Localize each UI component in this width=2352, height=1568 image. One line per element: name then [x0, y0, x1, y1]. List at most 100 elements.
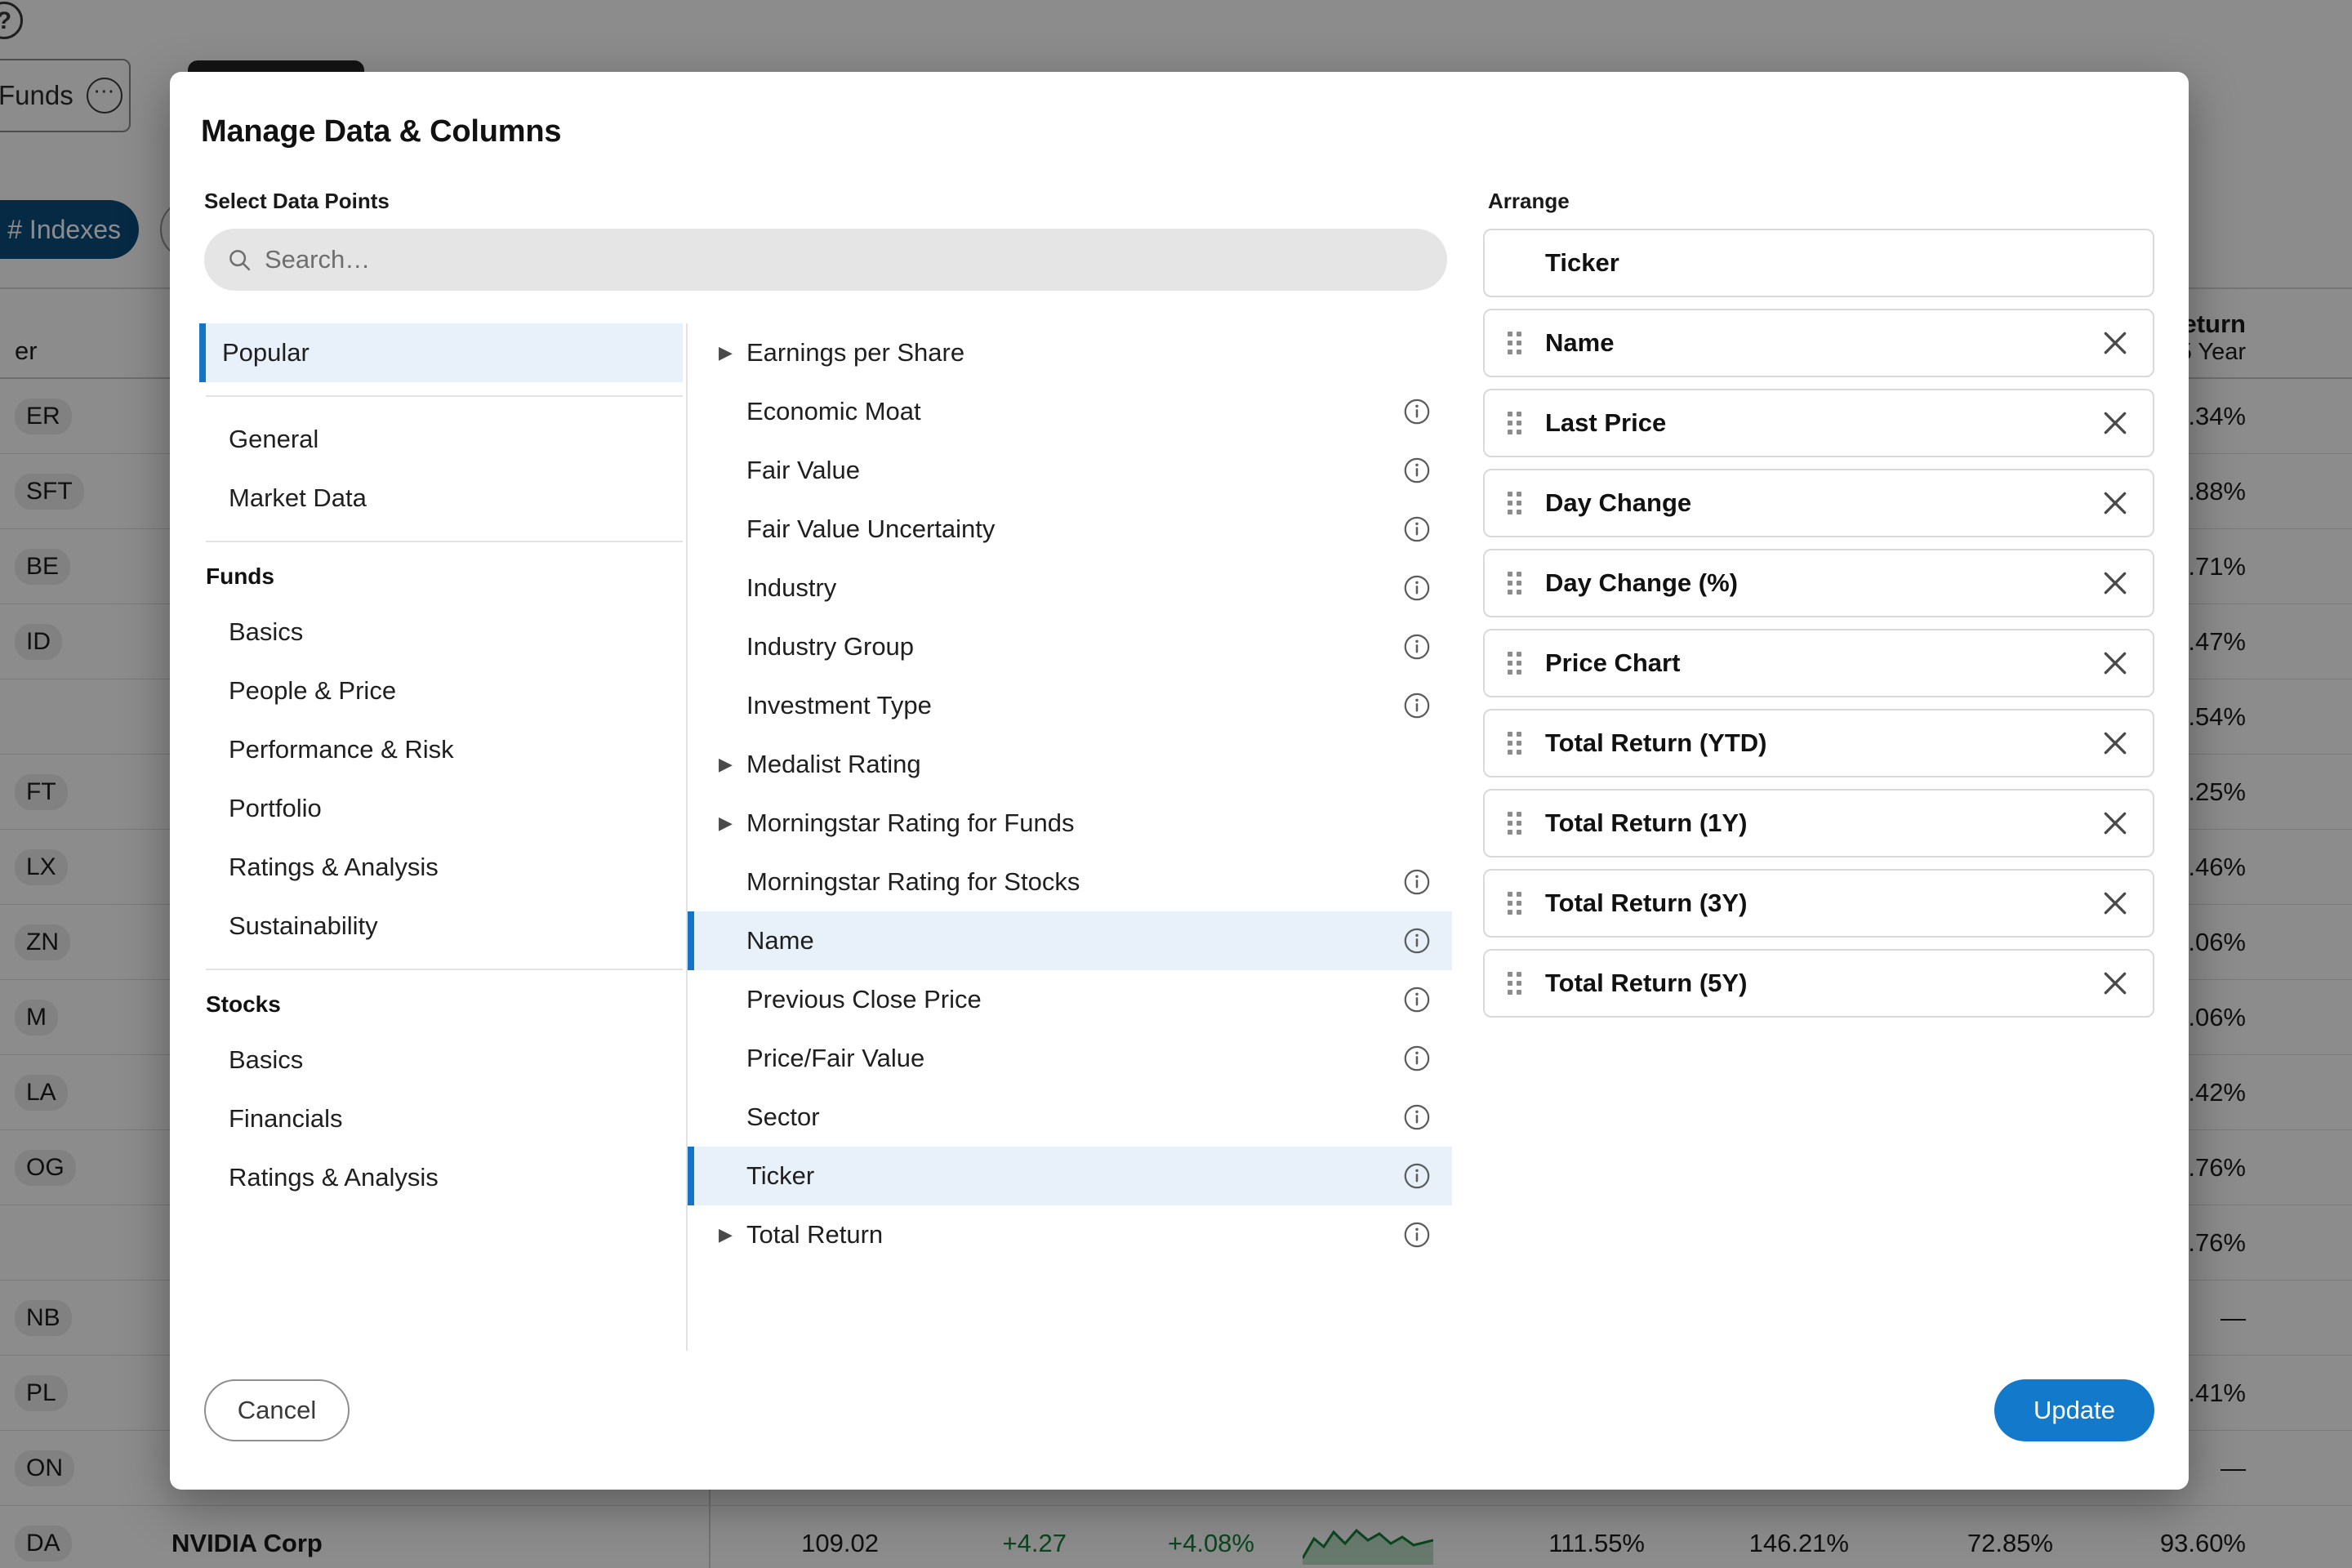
search-input[interactable]: [265, 245, 1424, 274]
data-point-total-return[interactable]: ▶ Total Return: [688, 1205, 1452, 1264]
category-divider: [206, 541, 683, 542]
data-point-fair-value-uncertainty[interactable]: Fair Value Uncertainty: [688, 500, 1452, 559]
data-point-morningstar-rating-for-stocks[interactable]: Morningstar Rating for Stocks: [688, 853, 1452, 911]
category-item-general[interactable]: General: [199, 410, 683, 469]
info-icon[interactable]: [1403, 574, 1431, 602]
info-icon[interactable]: [1403, 1221, 1431, 1249]
data-point-ticker[interactable]: Ticker: [688, 1147, 1452, 1205]
category-item-popular[interactable]: Popular: [199, 323, 683, 382]
close-icon[interactable]: [2099, 887, 2132, 920]
arrange-pane: Arrange Ticker Name Last Price Day Change Da…: [1454, 149, 2159, 1351]
category-item-label: Ratings & Analysis: [229, 1163, 439, 1192]
drag-handle-icon[interactable]: [1508, 731, 1526, 755]
info-icon[interactable]: [1403, 1045, 1431, 1072]
dialog-title: Manage Data & Columns: [201, 114, 562, 149]
data-point-label: Earnings per Share: [746, 338, 965, 367]
arrange-item-label: Price Chart: [1545, 648, 1681, 677]
info-icon[interactable]: [1403, 986, 1431, 1013]
data-point-morningstar-rating-for-funds[interactable]: ▶ Morningstar Rating for Funds: [688, 794, 1452, 853]
category-item-performance-risk[interactable]: Performance & Risk: [199, 720, 683, 779]
info-icon[interactable]: [1403, 633, 1431, 661]
update-button[interactable]: Update: [1994, 1379, 2154, 1441]
data-point-investment-type[interactable]: Investment Type: [688, 676, 1452, 735]
data-point-medalist-rating[interactable]: ▶ Medalist Rating: [688, 735, 1452, 794]
drag-handle-icon[interactable]: [1508, 971, 1526, 996]
arrange-item-ticker[interactable]: Ticker: [1483, 229, 2154, 297]
category-item-basics[interactable]: Basics: [199, 1031, 683, 1089]
category-item-label: Popular: [222, 338, 310, 367]
arrange-item-total-return-ytd[interactable]: Total Return (YTD): [1483, 709, 2154, 777]
arrange-item-last-price[interactable]: Last Price: [1483, 389, 2154, 457]
info-icon[interactable]: [1403, 692, 1431, 719]
chevron-right-icon[interactable]: ▶: [719, 755, 746, 773]
data-point-economic-moat[interactable]: Economic Moat: [688, 382, 1452, 441]
data-point-industry-group[interactable]: Industry Group: [688, 617, 1452, 676]
arrange-item-label: Ticker: [1545, 248, 1619, 277]
drag-handle-icon[interactable]: [1508, 491, 1526, 515]
category-list[interactable]: Popular General Market Data Funds Basics Peop…: [199, 323, 686, 1351]
arrange-item-label: Total Return (5Y): [1545, 969, 1748, 997]
info-icon[interactable]: [1403, 1162, 1431, 1190]
chevron-right-icon[interactable]: ▶: [719, 1226, 746, 1244]
category-item-basics[interactable]: Basics: [199, 603, 683, 662]
app-backdrop: ? Funds ⋯ # Indexes er N: [0, 0, 2352, 1568]
arrange-item-label: Total Return (YTD): [1545, 728, 1767, 757]
drag-handle-icon[interactable]: [1508, 571, 1526, 595]
category-item-ratings-analysis[interactable]: Ratings & Analysis: [199, 838, 683, 897]
close-icon[interactable]: [2099, 727, 2132, 760]
drag-handle-icon[interactable]: [1508, 411, 1526, 435]
close-icon[interactable]: [2099, 487, 2132, 519]
info-placeholder: [1403, 809, 1431, 837]
arrange-item-total-return-3y[interactable]: Total Return (3Y): [1483, 869, 2154, 938]
arrange-item-name[interactable]: Name: [1483, 309, 2154, 377]
search-field[interactable]: [204, 229, 1447, 291]
arrange-list[interactable]: Ticker Name Last Price Day Change Day Change…: [1483, 229, 2159, 1018]
arrange-item-label: Day Change: [1545, 488, 1692, 517]
dialog-footer: Cancel Update: [170, 1351, 2189, 1490]
arrange-item-total-return-1y[interactable]: Total Return (1Y): [1483, 789, 2154, 858]
drag-handle-icon[interactable]: [1508, 811, 1526, 835]
data-point-price-fair-value[interactable]: Price/Fair Value: [688, 1029, 1452, 1088]
drag-handle-icon[interactable]: [1508, 331, 1526, 355]
data-point-sector[interactable]: Sector: [688, 1088, 1452, 1147]
info-icon[interactable]: [1403, 927, 1431, 955]
arrange-item-day-change[interactable]: Day Change: [1483, 469, 2154, 537]
drag-handle-icon[interactable]: [1508, 651, 1526, 675]
data-point-fair-value[interactable]: Fair Value: [688, 441, 1452, 500]
search-icon: [229, 250, 251, 271]
data-point-label: Total Return: [746, 1220, 884, 1249]
category-item-people-price[interactable]: People & Price: [199, 662, 683, 720]
category-item-market-data[interactable]: Market Data: [199, 469, 683, 528]
arrange-item-day-change[interactable]: Day Change (%): [1483, 549, 2154, 617]
info-icon[interactable]: [1403, 515, 1431, 543]
arrange-item-label: Day Change (%): [1545, 568, 1738, 597]
category-divider: [206, 969, 683, 970]
info-icon[interactable]: [1403, 1103, 1431, 1131]
data-point-earnings-per-share[interactable]: ▶ Earnings per Share: [688, 323, 1452, 382]
close-icon[interactable]: [2099, 807, 2132, 840]
info-icon[interactable]: [1403, 868, 1431, 896]
category-item-label: Ratings & Analysis: [229, 853, 439, 881]
close-icon[interactable]: [2099, 567, 2132, 599]
close-icon[interactable]: [2099, 327, 2132, 359]
close-icon[interactable]: [2099, 647, 2132, 679]
close-icon[interactable]: [2099, 967, 2132, 1000]
drag-handle-icon[interactable]: [1508, 891, 1526, 915]
chevron-right-icon[interactable]: ▶: [719, 344, 746, 362]
category-item-sustainability[interactable]: Sustainability: [199, 897, 683, 956]
arrange-item-price-chart[interactable]: Price Chart: [1483, 629, 2154, 697]
arrange-item-total-return-5y[interactable]: Total Return (5Y): [1483, 949, 2154, 1018]
cancel-button[interactable]: Cancel: [204, 1379, 350, 1441]
data-point-previous-close-price[interactable]: Previous Close Price: [688, 970, 1452, 1029]
data-point-list[interactable]: ▶ Earnings per Share Economic Moat Fair Val…: [686, 323, 1452, 1351]
data-point-name[interactable]: Name: [688, 911, 1452, 970]
info-icon[interactable]: [1403, 457, 1431, 484]
info-icon[interactable]: [1403, 398, 1431, 425]
category-item-financials[interactable]: Financials: [199, 1089, 683, 1148]
category-item-ratings-analysis[interactable]: Ratings & Analysis: [199, 1148, 683, 1207]
close-icon[interactable]: [2099, 407, 2132, 439]
data-point-label: Investment Type: [746, 691, 932, 719]
data-point-industry[interactable]: Industry: [688, 559, 1452, 617]
chevron-right-icon[interactable]: ▶: [719, 814, 746, 832]
category-item-portfolio[interactable]: Portfolio: [199, 779, 683, 838]
